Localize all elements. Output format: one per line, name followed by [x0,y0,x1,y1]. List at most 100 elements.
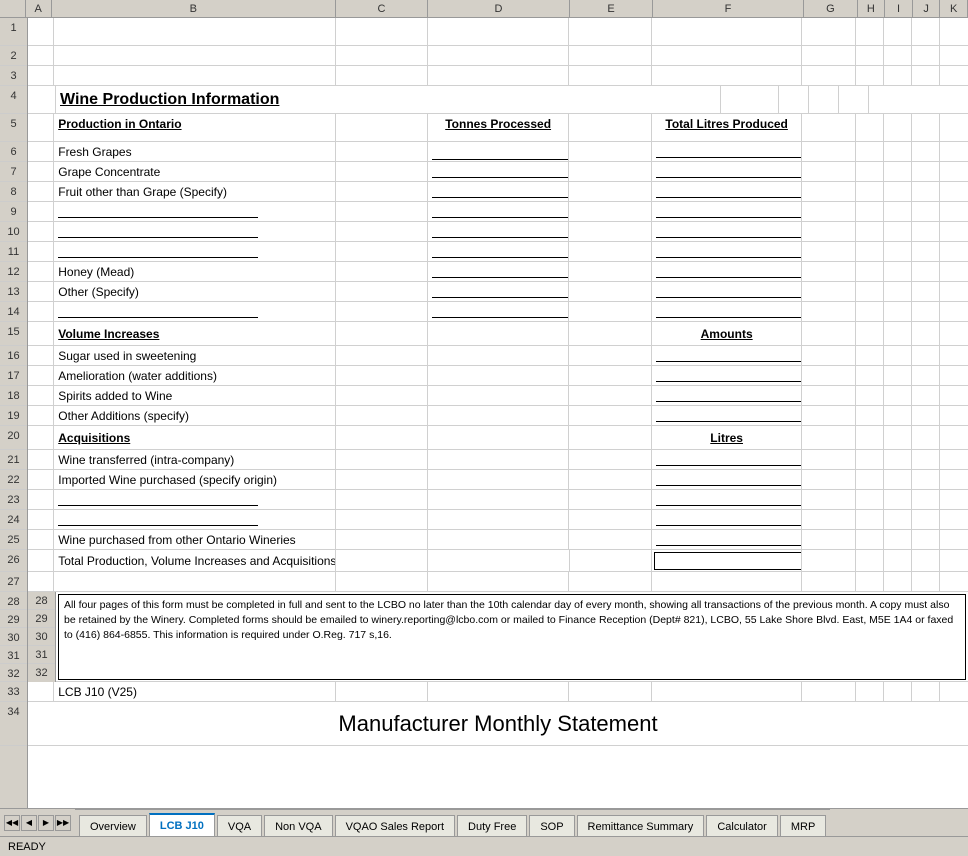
tab-calculator[interactable]: Calculator [706,815,778,837]
last-sheet-arrow[interactable]: ▶▶ [55,815,71,831]
row10-litres-field[interactable] [656,222,803,238]
cell-14-b [54,302,336,321]
honey-tonnes-field[interactable] [432,262,569,278]
col-header-d: D [428,0,570,17]
row9-specify-field[interactable] [58,202,258,218]
cell-5-f: Total Litres Produced [652,114,803,142]
cell-23-j [912,490,940,509]
tab-mrp[interactable]: MRP [780,815,826,837]
cell-15-e [569,322,652,346]
cell-14-e [569,302,652,321]
wine-transferred-field[interactable] [656,450,803,466]
cell-24-g [802,510,855,529]
col-header-h: H [858,0,886,17]
next-sheet-arrow[interactable]: ▶ [38,815,54,831]
cell-27-h [856,572,884,591]
cell-19-g [802,406,855,425]
cell-19-j [912,406,940,425]
row11-specify-field[interactable] [58,242,258,258]
cell-10-j [912,222,940,241]
cell-33-e [569,682,652,701]
row23-litres-field[interactable] [656,490,803,506]
row14-litres-field[interactable] [656,302,803,318]
other-tonnes-field[interactable] [432,282,569,298]
cell-25-d [428,530,569,549]
cell-22-a [28,470,54,489]
fresh-grapes-litres-field[interactable] [656,142,803,158]
tab-lcbj10[interactable]: LCB J10 [149,813,215,837]
row9-litres-field[interactable] [656,202,803,218]
cell-10-d [428,222,569,241]
row10-specify-field[interactable] [58,222,258,238]
sugar-amounts-field[interactable] [656,346,803,362]
row24-litres-field[interactable] [656,510,803,526]
row14-specify-field[interactable] [58,302,258,318]
cell-1-i [884,18,912,46]
status-text: READY [8,841,46,853]
row10-tonnes-field[interactable] [432,222,569,238]
row9-tonnes-field[interactable] [432,202,569,218]
cell-1-h [856,18,884,46]
cell-25-j [912,530,940,549]
tab-nonvqa[interactable]: Non VQA [264,815,332,837]
cell-15-f: Amounts [652,322,803,346]
row-4: Wine Production Information [28,86,968,114]
cell-12-c [336,262,428,281]
spirits-amounts-field[interactable] [656,386,803,402]
row23-specify-field[interactable] [58,490,258,506]
cell-3-b [54,66,336,85]
tab-sop[interactable]: SOP [529,815,574,837]
cell-19-f [652,406,803,425]
cell-15-c [336,322,428,346]
honey-litres-field[interactable] [656,262,803,278]
cell-1-d [428,18,569,46]
cell-26-i [884,550,912,572]
cell-20-f: Litres [652,426,803,450]
row14-tonnes-field[interactable] [432,302,569,318]
tab-remittance[interactable]: Remittance Summary [577,815,705,837]
row-21: Wine transferred (intra-company) [28,450,968,470]
cell-6-e [569,142,652,161]
cell-4-g [721,86,779,114]
first-sheet-arrow[interactable]: ◀◀ [4,815,20,831]
prev-sheet-arrow[interactable]: ◀ [21,815,37,831]
cell-8-j [912,182,940,201]
tab-overview[interactable]: Overview [79,815,147,837]
other-litres-field[interactable] [656,282,803,298]
row11-tonnes-field[interactable] [432,242,569,258]
imported-wine-field[interactable] [656,470,803,486]
grid: Wine Production Information Production i… [28,18,968,808]
ontario-wineries-field[interactable] [656,530,803,546]
cell-1-j [912,18,940,46]
tab-vqa[interactable]: VQA [217,815,262,837]
cell-21-j [912,450,940,469]
cell-20-k [940,426,968,450]
tab-vqao-sales[interactable]: VQAO Sales Report [335,815,455,837]
cell-23-i [884,490,912,509]
amelioration-amounts-field[interactable] [656,366,803,382]
cell-9-c [336,202,428,221]
cell-21-c [336,450,428,469]
tab-duty-free[interactable]: Duty Free [457,815,527,837]
cell-5-a [28,114,54,142]
cell-24-k [940,510,968,529]
row24-specify-field[interactable] [58,510,258,526]
fruit-other-litres-field[interactable] [656,182,803,198]
cell-18-h [856,386,884,405]
fruit-other-tonnes-field[interactable] [432,182,569,198]
grape-concentrate-litres-field[interactable] [656,162,803,178]
cell-20-b: Acquisitions [54,426,336,450]
cell-19-i [884,406,912,425]
cell-24-a [28,510,54,529]
fresh-grapes-tonnes-field[interactable] [432,144,569,160]
cell-24-i [884,510,912,529]
other-additions-amounts-field[interactable] [656,406,803,422]
row11-litres-field[interactable] [656,242,803,258]
cell-16-f [652,346,803,365]
cell-22-i [884,470,912,489]
total-production-field[interactable] [654,552,802,570]
cell-8-c [336,182,428,201]
grape-concentrate-tonnes-field[interactable] [432,162,569,178]
cell-25-k [940,530,968,549]
cell-22-c [336,470,428,489]
